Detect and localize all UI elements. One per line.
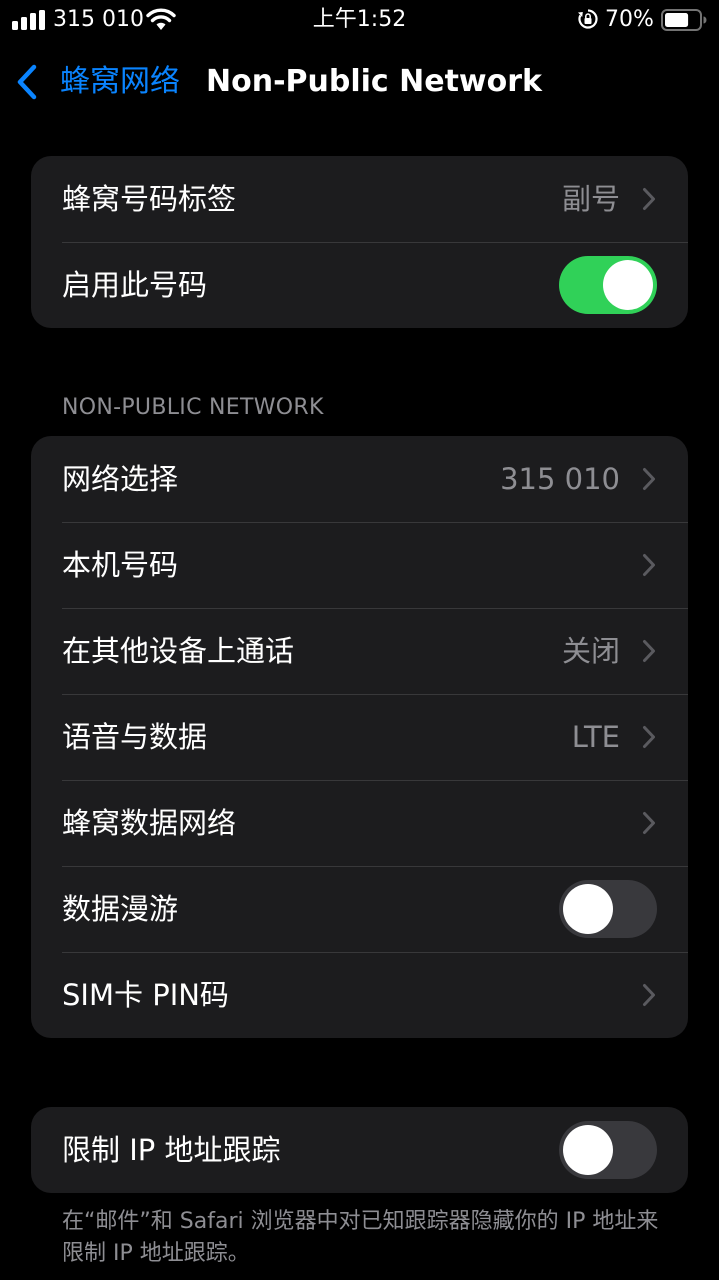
row-label: 网络选择 — [62, 462, 179, 496]
row-enable-number: 启用此号码 — [31, 242, 688, 328]
data-roaming-toggle[interactable] — [559, 880, 657, 938]
battery-percent: 70% — [605, 7, 654, 32]
chevron-right-icon — [643, 188, 655, 210]
orientation-lock-icon — [578, 9, 598, 29]
status-bar: 315 010 上午1:52 70% — [0, 0, 719, 42]
row-label: 限制 IP 地址跟踪 — [62, 1133, 281, 1167]
row-label: 在其他设备上通话 — [62, 634, 295, 668]
row-value: 副号 — [561, 182, 620, 216]
section-header: NON-PUBLIC NETWORK — [62, 395, 324, 420]
row-value: 关闭 — [561, 634, 620, 668]
back-label: 蜂窝网络 — [60, 64, 180, 99]
row-label: 蜂窝数据网络 — [62, 806, 237, 840]
row-label: 本机号码 — [62, 548, 179, 582]
settings-group-number: 蜂窝号码标签 副号 启用此号码 — [31, 156, 688, 328]
battery-icon — [661, 9, 707, 31]
chevron-left-icon — [17, 64, 37, 100]
row-cellular-data-network[interactable]: 蜂窝数据网络 — [31, 780, 688, 866]
row-calls-on-other-devices[interactable]: 在其他设备上通话 关闭 — [31, 608, 688, 694]
row-data-roaming: 数据漫游 — [31, 866, 688, 952]
chevron-right-icon — [643, 468, 655, 490]
row-label: 蜂窝号码标签 — [62, 182, 237, 216]
row-label: 启用此号码 — [62, 268, 208, 302]
chevron-right-icon — [643, 812, 655, 834]
chevron-right-icon — [643, 554, 655, 576]
row-label: 语音与数据 — [62, 720, 208, 754]
settings-group-network: 网络选择 315 010 本机号码 在其他设备上通话 关闭 语音与数据 LTE … — [31, 436, 688, 1038]
row-value: LTE — [571, 720, 620, 754]
row-cellular-plan-label[interactable]: 蜂窝号码标签 副号 — [31, 156, 688, 242]
enable-number-toggle[interactable] — [559, 256, 657, 314]
row-limit-ip-tracking: 限制 IP 地址跟踪 — [31, 1107, 688, 1193]
row-network-selection[interactable]: 网络选择 315 010 — [31, 436, 688, 522]
settings-group-ip-tracking: 限制 IP 地址跟踪 — [31, 1107, 688, 1193]
chevron-right-icon — [643, 640, 655, 662]
row-voice-and-data[interactable]: 语音与数据 LTE — [31, 694, 688, 780]
row-label: 数据漫游 — [62, 892, 179, 926]
limit-ip-tracking-toggle[interactable] — [559, 1121, 657, 1179]
row-label: SIM卡 PIN码 — [62, 978, 229, 1012]
page-title: Non-Public Network — [206, 64, 543, 99]
toggle-knob — [563, 884, 613, 934]
row-value: 315 010 — [500, 462, 620, 496]
toggle-knob — [603, 260, 653, 310]
chevron-right-icon — [643, 726, 655, 748]
chevron-right-icon — [643, 984, 655, 1006]
navigation-bar: 蜂窝网络 Non-Public Network — [0, 52, 719, 110]
row-sim-pin[interactable]: SIM卡 PIN码 — [31, 952, 688, 1038]
toggle-knob — [563, 1125, 613, 1175]
row-my-number[interactable]: 本机号码 — [31, 522, 688, 608]
footer-description: 在“邮件”和 Safari 浏览器中对已知跟踪器隐藏你的 IP 地址来限制 IP… — [62, 1209, 659, 1266]
